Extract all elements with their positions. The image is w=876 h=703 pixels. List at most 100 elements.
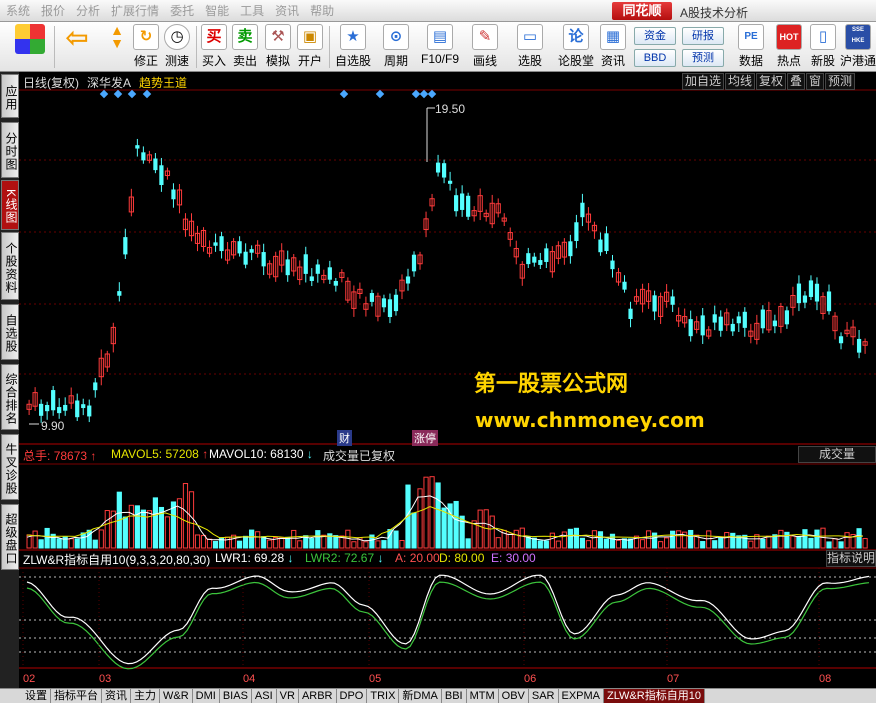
tab-dpo[interactable]: DPO [337, 689, 368, 703]
candle-body [730, 323, 735, 332]
kline-forecast-button[interactable]: 预测 [825, 73, 856, 90]
tab-bbi[interactable]: BBI [442, 689, 467, 703]
nav-tab-order-book[interactable]: 超级盘口 [1, 504, 19, 570]
hotspot-button[interactable]: HOT 热点 [772, 24, 806, 70]
volume-bar [237, 540, 243, 549]
discussion-button[interactable]: 论 论股堂 [556, 24, 596, 70]
menu-extended-quote[interactable]: 扩展行情 [111, 2, 159, 19]
toolbar-apps-button[interactable] [10, 24, 50, 70]
volume-button[interactable]: 成交量 [798, 446, 876, 463]
tab-news[interactable]: 资讯 [102, 689, 131, 703]
tab-arbr[interactable]: ARBR [299, 689, 337, 703]
ma-button[interactable]: 均线 [725, 73, 756, 90]
menu-quote[interactable]: 报价 [41, 2, 65, 19]
nav-tab-intraday[interactable]: 分时图 [1, 122, 19, 178]
tab-settings[interactable]: 设置 [22, 689, 51, 703]
tab-trix[interactable]: TRIX [367, 689, 400, 703]
nav-tab-ranking[interactable]: 综合排名 [1, 364, 19, 430]
tab-vr[interactable]: VR [277, 689, 299, 703]
volume-bar [549, 532, 555, 549]
nav-tab-watchlist[interactable]: 自选股 [1, 304, 19, 360]
d-label: D [439, 551, 448, 565]
hk-connect-button[interactable]: SSE HKE 沪港通 [840, 24, 876, 70]
window-button[interactable]: 窗 [806, 73, 825, 90]
nav-tab-diagnosis[interactable]: 牛叉诊股 [1, 434, 19, 500]
volume-bar [573, 527, 580, 549]
menu-analysis[interactable]: 分析 [76, 2, 100, 19]
volume-bar [862, 538, 868, 549]
volume-bar [730, 532, 736, 549]
buy-button[interactable]: 买 买入 [200, 24, 228, 70]
research-button[interactable]: 研报 [682, 27, 724, 45]
period-label: 周期 [383, 54, 408, 68]
tab-indicator-platform[interactable]: 指标平台 [51, 689, 102, 703]
simulate-button[interactable]: ⚒ 模拟 [264, 24, 292, 70]
volume-bar [826, 541, 832, 549]
candle-body [171, 189, 176, 200]
data-button[interactable]: PE 数据 [734, 24, 768, 70]
mavol10-readout: MAVOL10: 68130 ↓ [209, 447, 313, 461]
indicator-help-button[interactable]: 指标说明 [826, 550, 876, 567]
chart-canvas[interactable]: 02 03 04 05 06 07 08 [19, 72, 876, 688]
candle-body [405, 276, 411, 284]
candle-body [237, 241, 242, 254]
menu-system[interactable]: 系统 [6, 2, 30, 19]
adjust-button[interactable]: 复权 [756, 73, 787, 90]
add-watchlist-button[interactable]: 加自选 [682, 73, 725, 90]
tab-dmi[interactable]: DMI [193, 689, 220, 703]
tab-wr[interactable]: W&R [160, 689, 193, 703]
candle-body [87, 405, 92, 417]
candle-body [369, 293, 375, 302]
menu-tools[interactable]: 工具 [240, 2, 264, 19]
nav-tab-apps[interactable]: 应用 [1, 74, 19, 118]
month-tick-label: 07 [667, 673, 679, 685]
toolbar-updown-button[interactable]: ▲ ▼ [102, 23, 132, 70]
menu-news[interactable]: 资讯 [275, 2, 299, 19]
nav-tab-stock-profile[interactable]: 个股资料 [1, 232, 19, 300]
volume-bar [748, 540, 754, 549]
tab-mtm[interactable]: MTM [467, 689, 499, 703]
tab-main-force[interactable]: 主力 [131, 689, 160, 703]
f10-button[interactable]: ▤ F10/F9 [418, 24, 462, 70]
bbd-button[interactable]: BBD [634, 49, 676, 67]
stock-picker-button[interactable]: ▭ 选股 [512, 24, 548, 70]
open-account-button[interactable]: ▣ 开户 [296, 24, 324, 70]
limit-up-event-marker[interactable]: 涨停 [412, 430, 438, 446]
draw-line-button[interactable]: ✎ 画线 [467, 24, 503, 70]
revise-button[interactable]: ↻ 修正 [132, 24, 160, 70]
tab-zlwr-custom[interactable]: ZLW&R指标自用10 [604, 689, 705, 703]
toolbar-back-button[interactable]: ⇦ [60, 24, 94, 70]
forecast-button[interactable]: 预测 [682, 49, 724, 67]
volume-bar [808, 537, 814, 549]
candle-body [51, 390, 56, 411]
tab-new-dma[interactable]: 新DMA [399, 689, 442, 703]
tab-expma[interactable]: EXPMA [559, 689, 605, 703]
period-button[interactable]: ⊙ 周期 [378, 24, 414, 70]
new-stock-button[interactable]: ▯ 新股 [808, 24, 838, 70]
tab-sar[interactable]: SAR [529, 689, 559, 703]
volume-bar [670, 530, 676, 549]
tab-asi[interactable]: ASI [252, 689, 277, 703]
volume-bar [279, 537, 285, 549]
tab-obv[interactable]: OBV [499, 689, 529, 703]
volume-bar [206, 538, 213, 549]
news-label: 资讯 [600, 54, 625, 68]
speedtest-button[interactable]: ◷ 测速 [163, 24, 191, 70]
watchlist-button[interactable]: ★ 自选股 [333, 24, 373, 70]
fund-button[interactable]: 资金 [634, 27, 676, 45]
menu-help[interactable]: 帮助 [310, 2, 334, 19]
menu-smart[interactable]: 智能 [205, 2, 229, 19]
menu-trade[interactable]: 委托 [170, 2, 194, 19]
draw-line-label: 画线 [472, 54, 497, 68]
volume-bar [651, 532, 658, 549]
finance-event-marker[interactable]: 财 [337, 430, 352, 446]
sell-button[interactable]: 卖 卖出 [231, 24, 259, 70]
speedtest-label: 测速 [164, 54, 189, 68]
tab-bias[interactable]: BIAS [220, 689, 252, 703]
news-button[interactable]: ▦ 资讯 [598, 24, 628, 70]
candle-body [826, 291, 832, 312]
hammer-icon: ⚒ [265, 24, 291, 50]
e-label: E [491, 551, 500, 565]
overlay-button[interactable]: 叠 [787, 73, 806, 90]
nav-tab-kline[interactable]: K线图 [1, 180, 19, 230]
